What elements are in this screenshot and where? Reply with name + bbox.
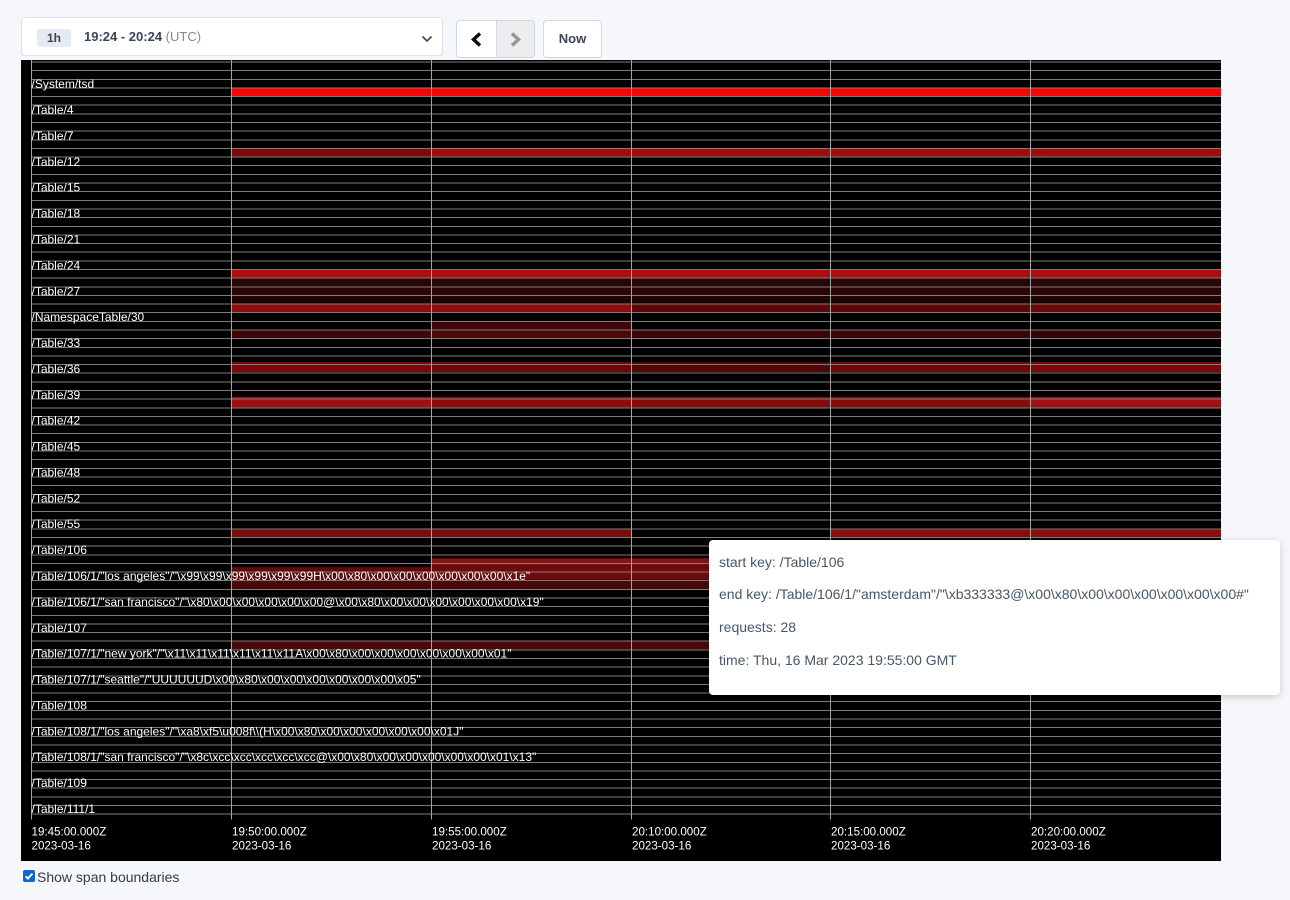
svg-text:/Table/107: /Table/107 <box>32 621 88 635</box>
svg-text:/Table/15: /Table/15 <box>32 181 81 195</box>
svg-text:19:55:00.000Z: 19:55:00.000Z <box>432 826 507 839</box>
svg-text:/Table/109: /Table/109 <box>32 776 88 790</box>
svg-text:/Table/106/1/"los angeles"/"\x: /Table/106/1/"los angeles"/"\x99\x99\x99… <box>32 569 531 583</box>
svg-text:/Table/107/1/"new york"/"\x11\: /Table/107/1/"new york"/"\x11\x11\x11\x1… <box>32 647 512 661</box>
svg-text:/Table/24: /Table/24 <box>32 258 81 272</box>
svg-text:2023-03-16: 2023-03-16 <box>1031 840 1090 853</box>
svg-text:2023-03-16: 2023-03-16 <box>232 840 291 853</box>
svg-text:/Table/18: /Table/18 <box>32 207 81 221</box>
svg-text:20:10:00.000Z: 20:10:00.000Z <box>632 826 707 839</box>
svg-text:/Table/39: /Table/39 <box>32 388 81 402</box>
svg-text:/Table/36: /Table/36 <box>32 362 81 376</box>
svg-text:/Table/21: /Table/21 <box>32 233 81 247</box>
svg-text:/Table/111/1: /Table/111/1 <box>32 802 96 816</box>
svg-text:/Table/108: /Table/108 <box>32 698 88 712</box>
svg-text:/Table/108/1/"los angeles"/"\x: /Table/108/1/"los angeles"/"\xa8\xf5\u00… <box>32 724 464 738</box>
svg-text:/Table/52: /Table/52 <box>32 491 81 505</box>
svg-text:20:15:00.000Z: 20:15:00.000Z <box>831 826 906 839</box>
svg-text:2023-03-16: 2023-03-16 <box>432 840 491 853</box>
svg-text:/Table/55: /Table/55 <box>32 517 81 531</box>
svg-text:/Table/107/1/"seattle"/"UUUUUU: /Table/107/1/"seattle"/"UUUUUUD\x00\x80\… <box>32 673 421 687</box>
svg-text:/Table/27: /Table/27 <box>32 284 81 298</box>
svg-text:/Table/33: /Table/33 <box>32 336 81 350</box>
svg-text:2023-03-16: 2023-03-16 <box>831 840 890 853</box>
svg-text:19:45:00.000Z: 19:45:00.000Z <box>32 826 107 839</box>
svg-text:2023-03-16: 2023-03-16 <box>32 840 91 853</box>
svg-text:/Table/45: /Table/45 <box>32 440 81 454</box>
svg-text:2023-03-16: 2023-03-16 <box>632 840 691 853</box>
svg-text:/Table/7: /Table/7 <box>32 129 74 143</box>
svg-text:/Table/48: /Table/48 <box>32 466 81 480</box>
svg-text:19:50:00.000Z: 19:50:00.000Z <box>232 826 307 839</box>
svg-text:20:20:00.000Z: 20:20:00.000Z <box>1031 826 1106 839</box>
svg-text:/Table/4: /Table/4 <box>32 103 74 117</box>
svg-text:/System/tsd: /System/tsd <box>32 77 95 91</box>
svg-text:/Table/42: /Table/42 <box>32 414 81 428</box>
svg-text:/Table/12: /Table/12 <box>32 155 81 169</box>
svg-text:/Table/108/1/"san francisco"/": /Table/108/1/"san francisco"/"\x8c\xcc\x… <box>32 750 537 764</box>
svg-text:/Table/106: /Table/106 <box>32 543 88 557</box>
svg-text:/NamespaceTable/30: /NamespaceTable/30 <box>32 310 145 324</box>
svg-text:/Table/106/1/"san francisco"/": /Table/106/1/"san francisco"/"\x80\x00\x… <box>32 595 544 609</box>
